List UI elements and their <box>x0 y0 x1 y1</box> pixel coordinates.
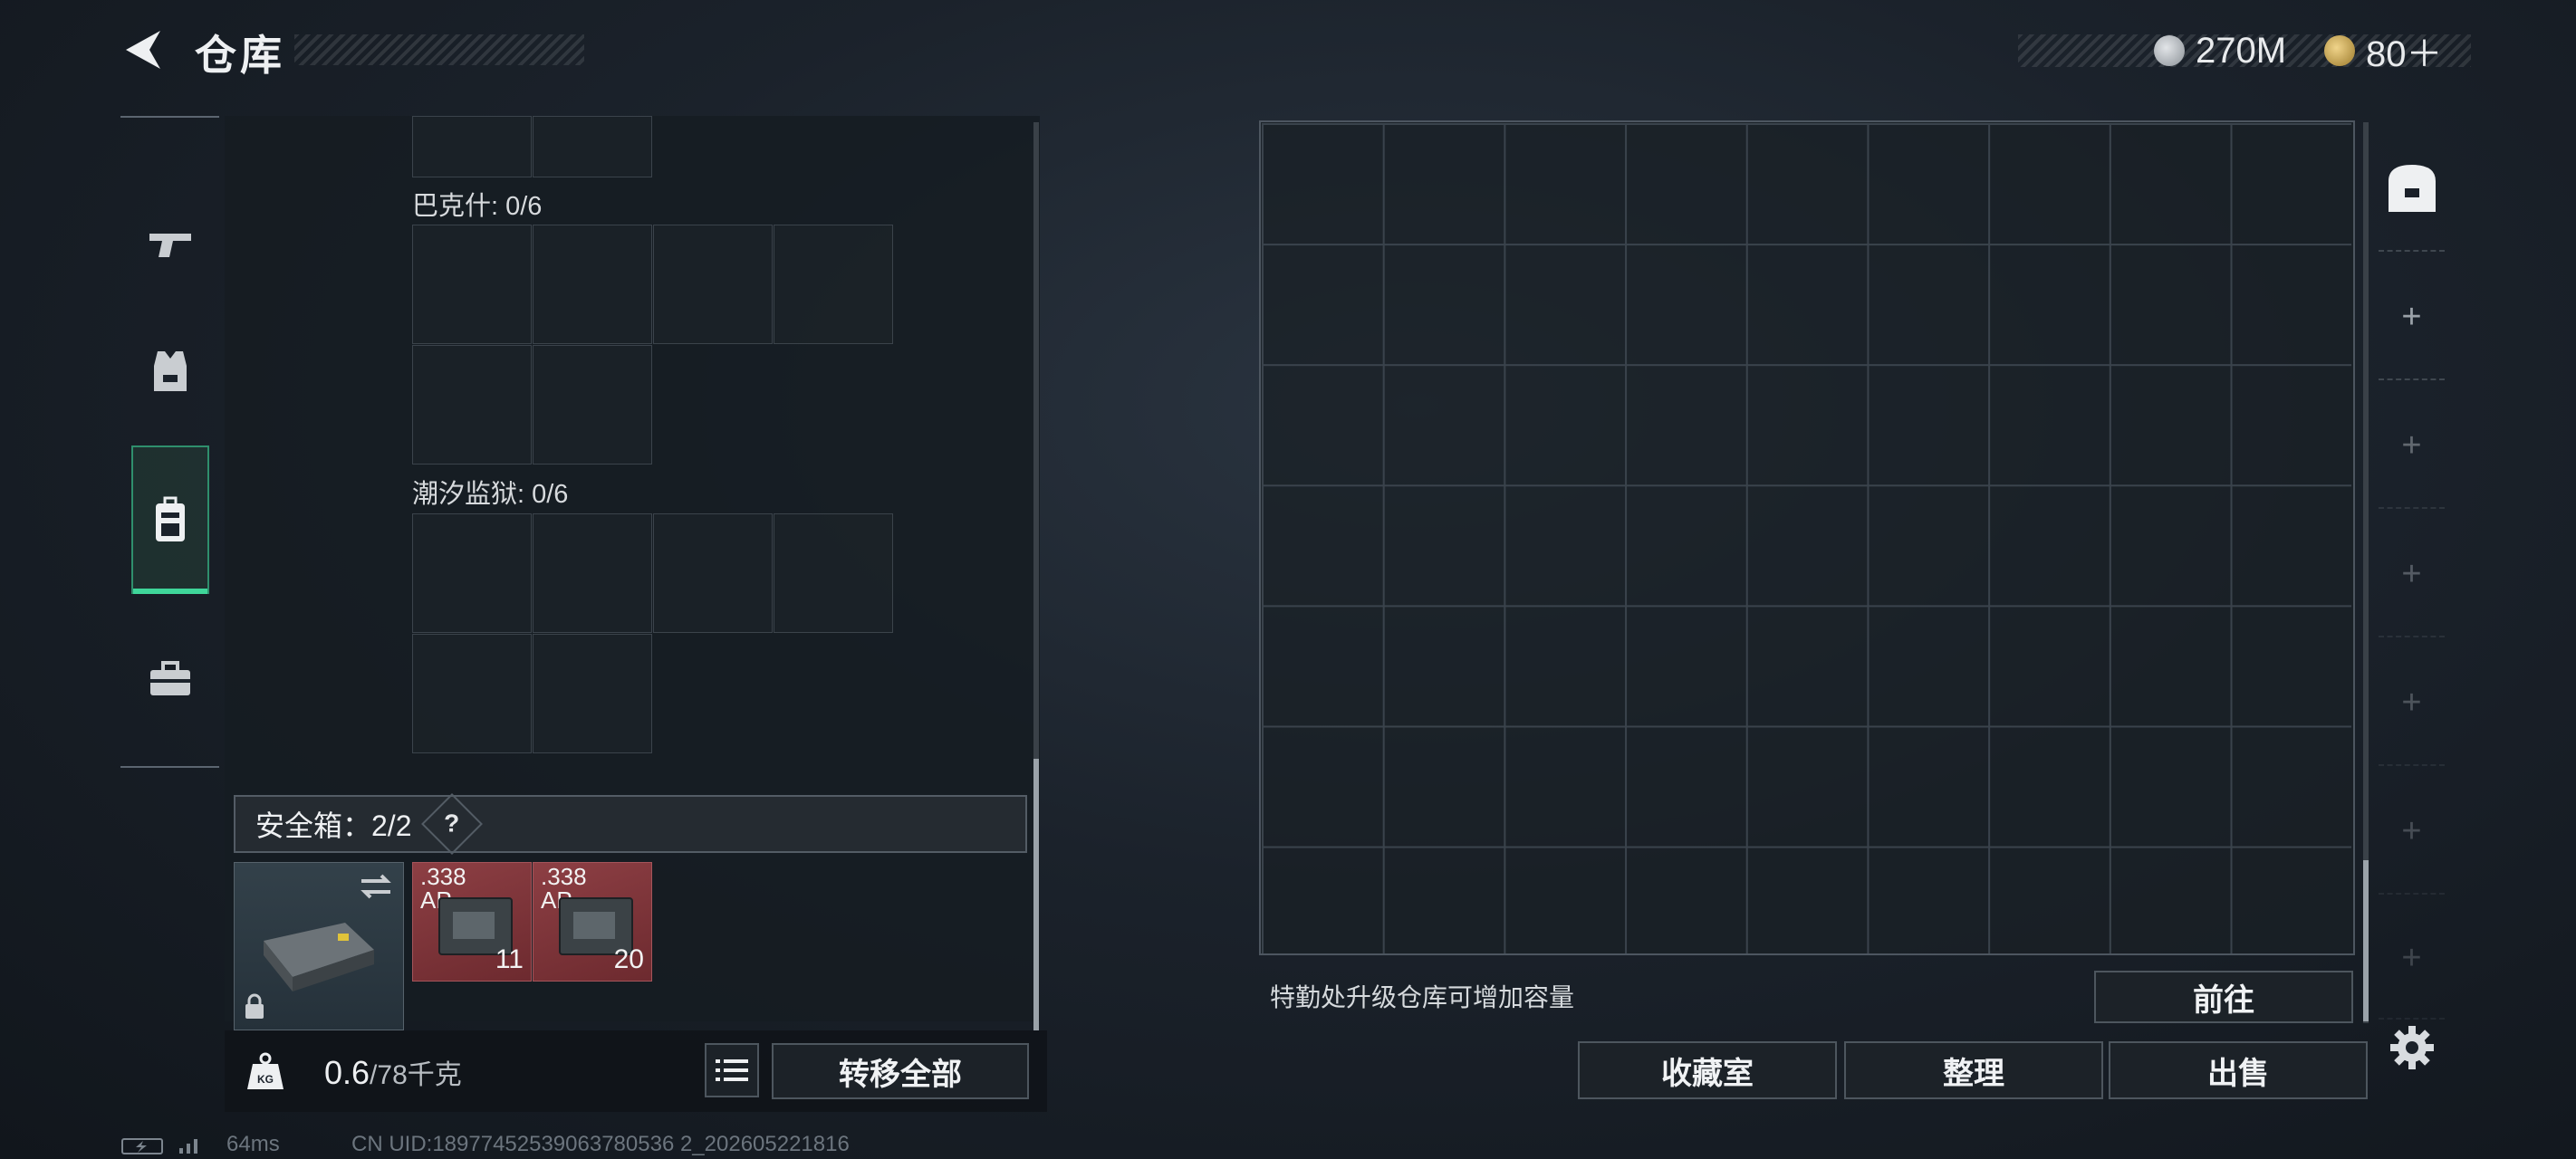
plus-icon: + <box>2401 811 2422 850</box>
toolbox-icon <box>149 661 190 695</box>
ammo-item[interactable]: .338 AP 20 <box>533 862 652 982</box>
gold-coin-icon <box>2324 35 2355 66</box>
currency-gold[interactable]: 80＋ <box>2324 27 2443 74</box>
safe-case-slot[interactable] <box>234 862 404 1030</box>
add-warehouse-tab[interactable]: + <box>2373 896 2450 1020</box>
upgrade-info-text: 特勤处升级仓库可增加容量 <box>1270 983 1575 1011</box>
weight-current: 0.6 <box>324 1054 370 1091</box>
help-icon[interactable]: ? <box>420 793 483 855</box>
ammo-count: 11 <box>495 944 524 974</box>
grid-slot[interactable] <box>412 634 532 753</box>
grid-slot[interactable] <box>533 634 652 753</box>
goto-button[interactable]: 前往 <box>2094 971 2353 1023</box>
safe-box-header: 安全箱：2/2 ? <box>234 793 1027 855</box>
backpack-icon <box>156 496 185 541</box>
grid-slot[interactable] <box>533 116 652 177</box>
plus-icon: + <box>2401 683 2422 722</box>
pistol-icon <box>149 234 191 257</box>
grid-slot[interactable] <box>533 513 652 633</box>
warehouse-tab-column: + + + + + + <box>2373 125 2450 1030</box>
vest-icon <box>153 351 187 391</box>
grid-slot[interactable] <box>533 225 652 344</box>
sidebar-item-weapons[interactable] <box>120 172 219 317</box>
grid-slot[interactable] <box>412 116 532 177</box>
lock-icon <box>245 993 264 1019</box>
sidebar-item-tools[interactable] <box>120 607 219 752</box>
weight-icon-label: KG <box>257 1073 274 1086</box>
back-arrow-icon[interactable] <box>120 27 166 72</box>
plus-icon: + <box>2401 938 2422 977</box>
plus-icon: + <box>2401 426 2422 465</box>
list-view-button[interactable] <box>705 1043 759 1097</box>
user-uid: CN UID:18977452539063780536 2_2026052218… <box>351 1132 850 1156</box>
weight-bar: KG 0.6/78千克 转移全部 <box>225 1030 1047 1112</box>
settings-gear-icon[interactable] <box>2389 1024 2436 1071</box>
grid-slot[interactable] <box>533 345 652 465</box>
grid-slot[interactable] <box>412 513 532 633</box>
grid-slot[interactable] <box>653 225 773 344</box>
sell-button[interactable]: 出售 <box>2109 1041 2368 1099</box>
plus-icon: + <box>2401 554 2422 593</box>
add-warehouse-tab[interactable]: + <box>2373 254 2450 380</box>
grid-slot[interactable] <box>412 225 532 344</box>
title-stripe-decoration <box>294 34 584 65</box>
collection-room-button[interactable]: 收藏室 <box>1578 1041 1837 1099</box>
weight-icon: KG <box>235 1041 295 1101</box>
list-icon <box>716 1059 748 1081</box>
grid-slot[interactable] <box>653 513 773 633</box>
currency-silver[interactable]: 270M <box>2154 27 2286 74</box>
add-warehouse-tab[interactable]: + <box>2373 768 2450 895</box>
currency-silver-value: 270M <box>2196 30 2287 71</box>
warehouse-tab-main[interactable] <box>2373 125 2450 252</box>
swap-icon[interactable] <box>358 872 394 901</box>
weight-total: /78千克 <box>370 1060 462 1090</box>
safe-box-label: 安全箱：2/2 <box>255 809 412 842</box>
grid-slot[interactable] <box>774 513 893 633</box>
battery-signal-icon <box>121 1138 197 1154</box>
add-warehouse-tab[interactable]: + <box>2373 511 2450 637</box>
safe-case-icon <box>264 923 374 991</box>
weight-readout: 0.6/78千克 <box>324 1052 462 1092</box>
grid-slot[interactable] <box>774 225 893 344</box>
warehouse-grid[interactable] <box>1262 123 2351 953</box>
ammo-count: 20 <box>613 944 644 974</box>
plus-icon: + <box>2401 297 2422 336</box>
section-label-bakesh: 巴克什: 0/6 <box>412 192 543 221</box>
right-scrollbar-thumb[interactable] <box>2363 860 2369 1021</box>
warehouse-icon <box>2388 165 2436 212</box>
add-warehouse-tab[interactable]: + <box>2373 382 2450 509</box>
grid-slot[interactable] <box>412 345 532 465</box>
transfer-all-button[interactable]: 转移全部 <box>772 1043 1029 1099</box>
organize-button[interactable]: 整理 <box>1844 1041 2103 1099</box>
category-sidebar <box>120 116 219 768</box>
section-label-tidal-prison: 潮汐监狱: 0/6 <box>412 480 569 509</box>
ammo-item[interactable]: .338 AP 11 <box>412 862 532 982</box>
page-title: 仓库 <box>195 32 285 79</box>
silver-coin-icon <box>2154 35 2185 66</box>
currency-gold-value: 80＋ <box>2366 34 2443 74</box>
sidebar-item-backpack[interactable] <box>131 445 209 594</box>
ping-readout: 64ms <box>226 1132 280 1156</box>
sidebar-item-armor[interactable] <box>120 299 219 444</box>
add-warehouse-tab[interactable]: + <box>2373 639 2450 766</box>
left-scrollbar-thumb[interactable] <box>1033 759 1039 1030</box>
